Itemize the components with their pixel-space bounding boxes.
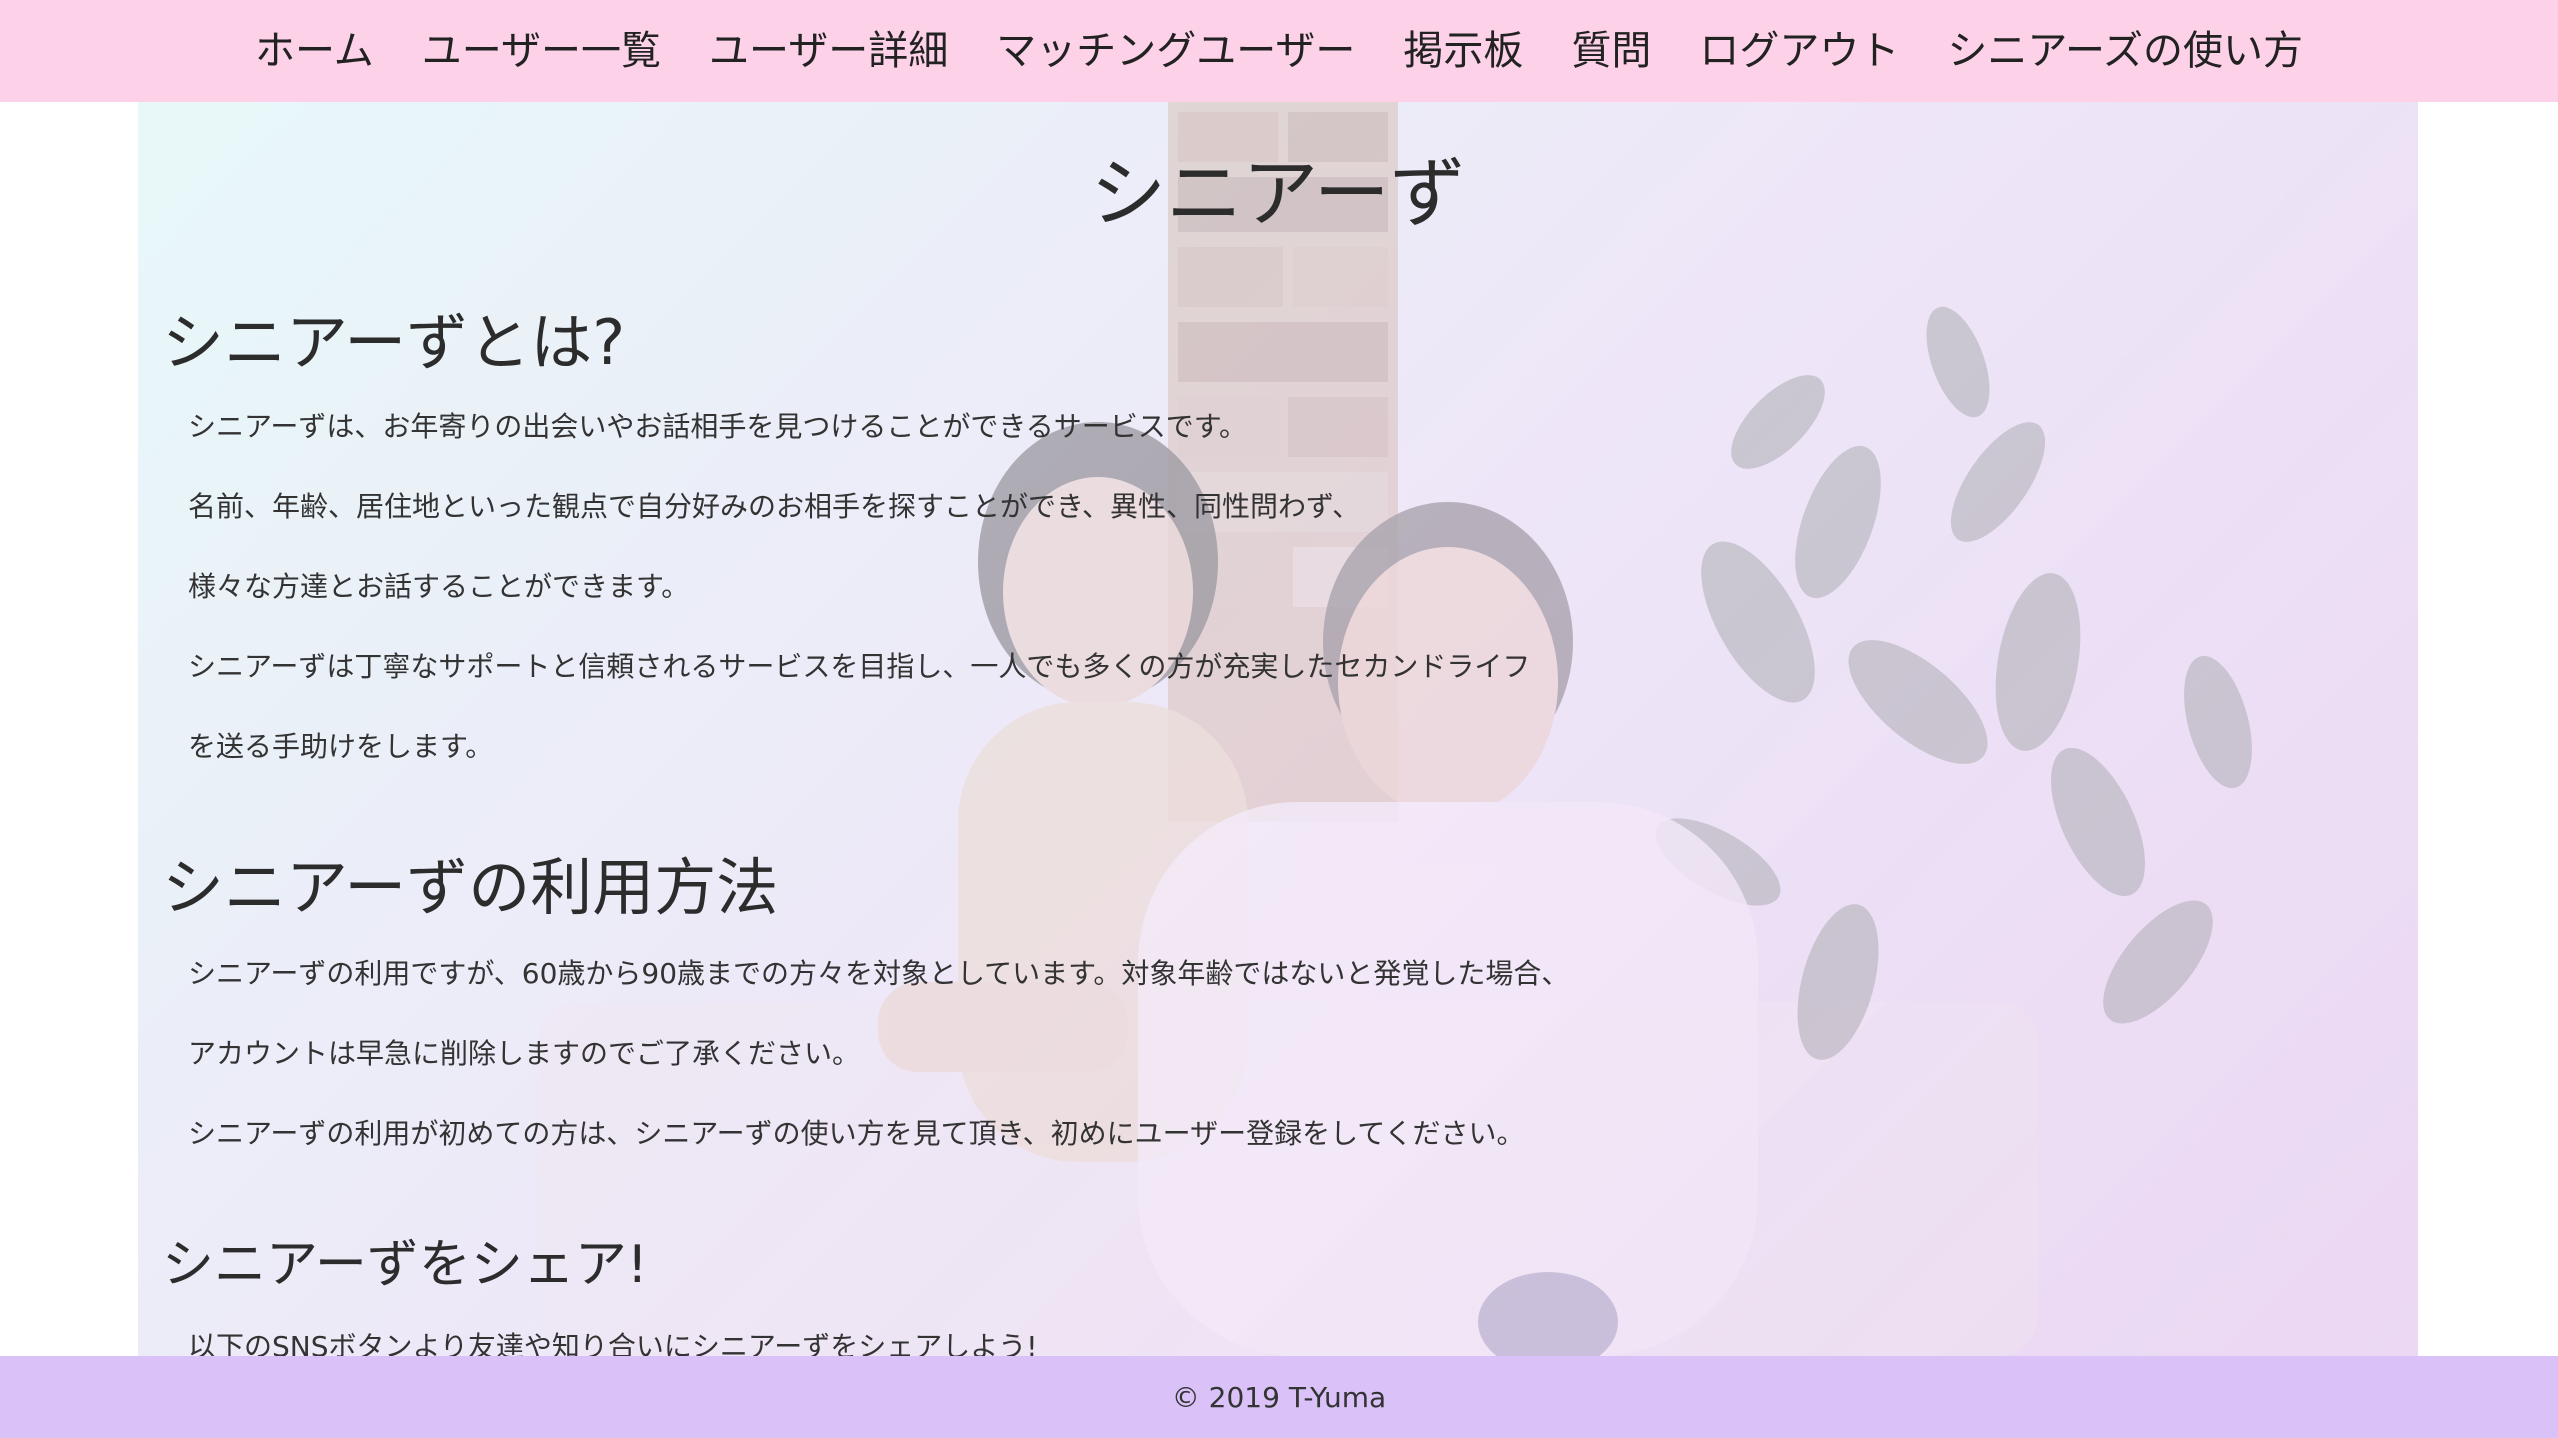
nav-link-logout[interactable]: ログアウト bbox=[1675, 0, 1923, 102]
about-text-line: 様々な方達とお話することができます。 bbox=[188, 570, 690, 603]
top-navbar: ホーム ユーザー一覧 ユーザー詳細 マッチングユーザー 掲示板 質問 ログアウト… bbox=[0, 0, 2558, 102]
about-text-line: を送る手助けをします。 bbox=[188, 730, 494, 763]
about-text-line: シニアーずは丁寧なサポートと信頼されるサービスを目指し、一人でも多くの方が充実し… bbox=[188, 650, 1531, 683]
main-content: シニアーず シニアーずとは? シニアーずは、お年寄りの出会いやお話相手を見つける… bbox=[138, 102, 2418, 1356]
nav-link-matching-users[interactable]: マッチングユーザー bbox=[972, 0, 1379, 102]
nav-link-user-detail[interactable]: ユーザー詳細 bbox=[685, 0, 972, 102]
usage-text-line: シニアーずの利用が初めての方は、シニアーずの使い方を見て頂き、初めにユーザー登録… bbox=[188, 1117, 1525, 1150]
footer: © 2019 T-Yuma bbox=[0, 1356, 2558, 1438]
usage-heading: シニアーずの利用方法 bbox=[162, 851, 779, 924]
nav-link-how-to-use[interactable]: シニアーズの使い方 bbox=[1923, 0, 2327, 102]
usage-text-line: シニアーずの利用ですが、60歳から90歳までの方々を対象としています。対象年齢で… bbox=[188, 957, 1570, 990]
copyright-text: © 2019 T-Yuma bbox=[1171, 1380, 1387, 1414]
share-text-line: 以下のSNSボタンより友達や知り合いにシニアーずをシェアしよう! bbox=[188, 1330, 1038, 1356]
about-text-line: 名前、年齢、居住地といった観点で自分好みのお相手を探すことができ、異性、同性問わ… bbox=[188, 490, 1361, 523]
nav-link-user-list[interactable]: ユーザー一覧 bbox=[398, 0, 685, 102]
nav-link-board[interactable]: 掲示板 bbox=[1379, 0, 1547, 102]
about-text-line: シニアーずは、お年寄りの出会いやお話相手を見つけることができるサービスです。 bbox=[188, 410, 1247, 443]
nav-link-questions[interactable]: 質問 bbox=[1547, 0, 1675, 102]
usage-text-line: アカウントは早急に削除しますのでご了承ください。 bbox=[188, 1037, 861, 1070]
share-heading: シニアーずをシェア! bbox=[162, 1235, 648, 1295]
about-heading: シニアーずとは? bbox=[162, 306, 626, 379]
site-title: シニアーず bbox=[1090, 149, 1466, 238]
hero-section: シニアーず シニアーずとは? シニアーずは、お年寄りの出会いやお話相手を見つける… bbox=[138, 102, 2418, 1356]
nav-link-home[interactable]: ホーム bbox=[231, 0, 398, 102]
